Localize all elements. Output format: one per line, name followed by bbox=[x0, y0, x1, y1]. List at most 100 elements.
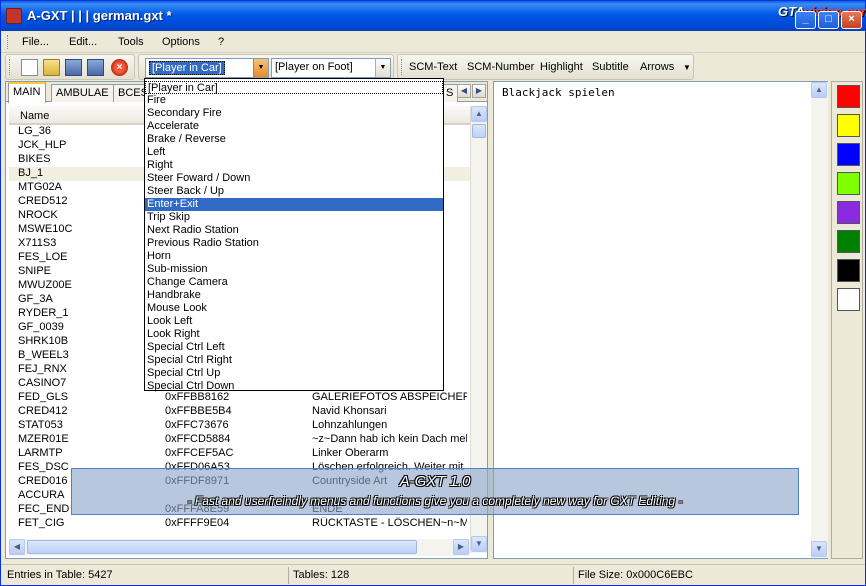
scroll-thumb[interactable] bbox=[27, 540, 417, 554]
table-row[interactable]: CRED412 0xFFBBE5B4 Navid Khonsari bbox=[9, 405, 484, 419]
color-swatch[interactable] bbox=[837, 172, 860, 195]
dropdown-option[interactable]: Secondary Fire bbox=[145, 107, 443, 120]
row-name: B_WEEL3 bbox=[18, 349, 69, 361]
dropdown-option[interactable]: Special Ctrl Right bbox=[145, 354, 443, 367]
status-divider bbox=[288, 567, 289, 584]
row-name: SNIPE bbox=[18, 265, 52, 277]
menu-file[interactable]: File... bbox=[22, 36, 49, 48]
insert-toolbar: SCM-Text SCM-Number Highlight Subtitle A… bbox=[397, 54, 694, 80]
foot-mode-combo[interactable]: [Player on Foot] ▼ bbox=[271, 58, 391, 78]
row-hash: 0xFFCD5884 bbox=[165, 433, 231, 445]
color-swatch[interactable] bbox=[837, 230, 860, 253]
table-row[interactable]: FET_CIG 0xFFFF9E04 RÜCKTASTE - LÖSCHEN~n~M bbox=[9, 517, 484, 531]
row-name: LG_36 bbox=[18, 125, 52, 137]
row-name: NROCK bbox=[18, 209, 58, 221]
color-swatch[interactable] bbox=[837, 85, 860, 108]
title-bar[interactable]: A-GXT | | | german.gxt * GTAvision.com _… bbox=[1, 1, 866, 31]
dropdown-option[interactable]: Left bbox=[145, 146, 443, 159]
highlight-button[interactable]: Highlight bbox=[540, 61, 583, 73]
chevron-down-icon[interactable]: ▼ bbox=[375, 59, 390, 77]
row-name: MWUZ00E bbox=[18, 279, 72, 291]
save-icon[interactable] bbox=[65, 59, 82, 76]
color-swatch[interactable] bbox=[837, 143, 860, 166]
status-entries: Entries in Table: 5427 bbox=[7, 569, 113, 581]
color-swatch[interactable] bbox=[837, 114, 860, 137]
open-folder-icon[interactable] bbox=[43, 59, 60, 76]
menu-help[interactable]: ? bbox=[218, 36, 224, 48]
table-row[interactable]: FED_GLS 0xFFBB8162 GALERIEFOTOS ABSPEICHER… bbox=[9, 391, 484, 405]
menu-options[interactable]: Options bbox=[162, 36, 200, 48]
row-name: BIKES bbox=[18, 153, 51, 165]
toolbar-grip[interactable] bbox=[401, 59, 404, 75]
editor-vertical-scrollbar[interactable]: ▲ ▼ bbox=[811, 82, 828, 558]
close-button[interactable]: × bbox=[841, 11, 862, 29]
scroll-up-icon[interactable]: ▲ bbox=[471, 106, 487, 122]
subtitle-button[interactable]: Subtitle bbox=[592, 61, 629, 73]
toolbar-grip[interactable] bbox=[9, 59, 12, 75]
menu-edit[interactable]: Edit... bbox=[69, 36, 97, 48]
table-row[interactable]: LARMTP 0xFFCEF5AC Linker Oberarm bbox=[9, 447, 484, 461]
dropdown-option[interactable]: Brake / Reverse bbox=[145, 133, 443, 146]
arrows-button[interactable]: Arrows bbox=[640, 61, 674, 73]
dropdown-option[interactable]: Enter+Exit bbox=[145, 198, 443, 211]
row-name: FEJ_RNX bbox=[18, 363, 67, 375]
scroll-right-icon[interactable]: ▶ bbox=[453, 539, 469, 555]
color-swatch[interactable] bbox=[837, 288, 860, 311]
color-swatch[interactable] bbox=[837, 201, 860, 224]
status-filesize: File Size: 0x000C6EBC bbox=[578, 569, 693, 581]
dropdown-option[interactable]: Trip Skip bbox=[145, 211, 443, 224]
dropdown-option[interactable]: Fire bbox=[145, 94, 443, 107]
menu-tools[interactable]: Tools bbox=[118, 36, 144, 48]
scroll-up-icon[interactable]: ▲ bbox=[811, 82, 827, 98]
dropdown-option[interactable]: Change Camera bbox=[145, 276, 443, 289]
color-swatch[interactable] bbox=[837, 259, 860, 282]
dropdown-option[interactable]: Special Ctrl Down bbox=[145, 380, 443, 393]
scroll-left-icon[interactable]: ◀ bbox=[9, 539, 25, 555]
editor-text[interactable]: Blackjack spielen bbox=[502, 86, 615, 99]
save-as-icon[interactable] bbox=[87, 59, 104, 76]
table-row[interactable]: MZER01E 0xFFCD5884 ~z~Dann hab ich kein Da… bbox=[9, 433, 484, 447]
chevron-down-icon[interactable]: ▼ bbox=[253, 59, 268, 77]
row-name: BJ_1 bbox=[18, 167, 44, 179]
dropdown-option[interactable]: Steer Foward / Down bbox=[145, 172, 443, 185]
dropdown-option[interactable]: Steer Back / Up bbox=[145, 185, 443, 198]
scroll-down-icon[interactable]: ▼ bbox=[811, 541, 827, 557]
dropdown-option[interactable]: Look Left bbox=[145, 315, 443, 328]
table-row[interactable]: STAT053 0xFFC73676 Lohnzahlungen bbox=[9, 419, 484, 433]
row-name: FES_LOE bbox=[18, 251, 68, 263]
dropdown-option[interactable]: Special Ctrl Left bbox=[145, 341, 443, 354]
combo-selected-value: [Player in Car] bbox=[149, 61, 225, 75]
tab-main[interactable]: MAIN bbox=[8, 82, 46, 103]
row-text: ~z~Dann hab ich kein Dach mehr bbox=[312, 433, 467, 445]
dropdown-option[interactable]: Previous Radio Station bbox=[145, 237, 443, 250]
dropdown-option[interactable]: Horn bbox=[145, 250, 443, 263]
dropdown-option[interactable]: Sub-mission bbox=[145, 263, 443, 276]
new-file-icon[interactable] bbox=[21, 59, 38, 76]
dropdown-option[interactable]: Accelerate bbox=[145, 120, 443, 133]
chevron-down-icon[interactable]: ▼ bbox=[683, 63, 691, 72]
scm-number-button[interactable]: SCM-Number bbox=[467, 61, 534, 73]
scm-text-button[interactable]: SCM-Text bbox=[409, 61, 457, 73]
dropdown-option[interactable]: Mouse Look bbox=[145, 302, 443, 315]
tab-ambulae[interactable]: AMBULAE bbox=[51, 84, 114, 102]
controller-mode-combo[interactable]: [Player in Car] ▼ bbox=[145, 58, 269, 78]
dropdown-option[interactable]: Handbrake bbox=[145, 289, 443, 302]
dropdown-option[interactable]: Special Ctrl Up bbox=[145, 367, 443, 380]
dropdown-option[interactable]: Look Right bbox=[145, 328, 443, 341]
tab-scroll-right-icon[interactable]: ▶ bbox=[472, 84, 486, 98]
dropdown-option[interactable]: Next Radio Station bbox=[145, 224, 443, 237]
maximize-button[interactable]: □ bbox=[818, 11, 839, 29]
window-title: A-GXT | | | german.gxt * bbox=[27, 8, 172, 23]
app-icon[interactable] bbox=[6, 8, 22, 24]
menubar-grip[interactable] bbox=[7, 35, 10, 49]
dropdown-option[interactable]: Right bbox=[145, 159, 443, 172]
scroll-down-icon[interactable]: ▼ bbox=[471, 536, 487, 552]
scroll-thumb[interactable] bbox=[472, 124, 486, 138]
delete-icon[interactable]: × bbox=[111, 59, 128, 76]
app-window: A-GXT | | | german.gxt * GTAvision.com _… bbox=[0, 0, 866, 586]
row-name: JCK_HLP bbox=[18, 139, 67, 151]
table-horizontal-scrollbar[interactable]: ◀ ▶ bbox=[9, 539, 470, 556]
tab-scroll-left-icon[interactable]: ◀ bbox=[457, 84, 471, 98]
dropdown-option[interactable]: [Player in Car] bbox=[145, 81, 443, 94]
minimize-button[interactable]: _ bbox=[795, 11, 816, 29]
